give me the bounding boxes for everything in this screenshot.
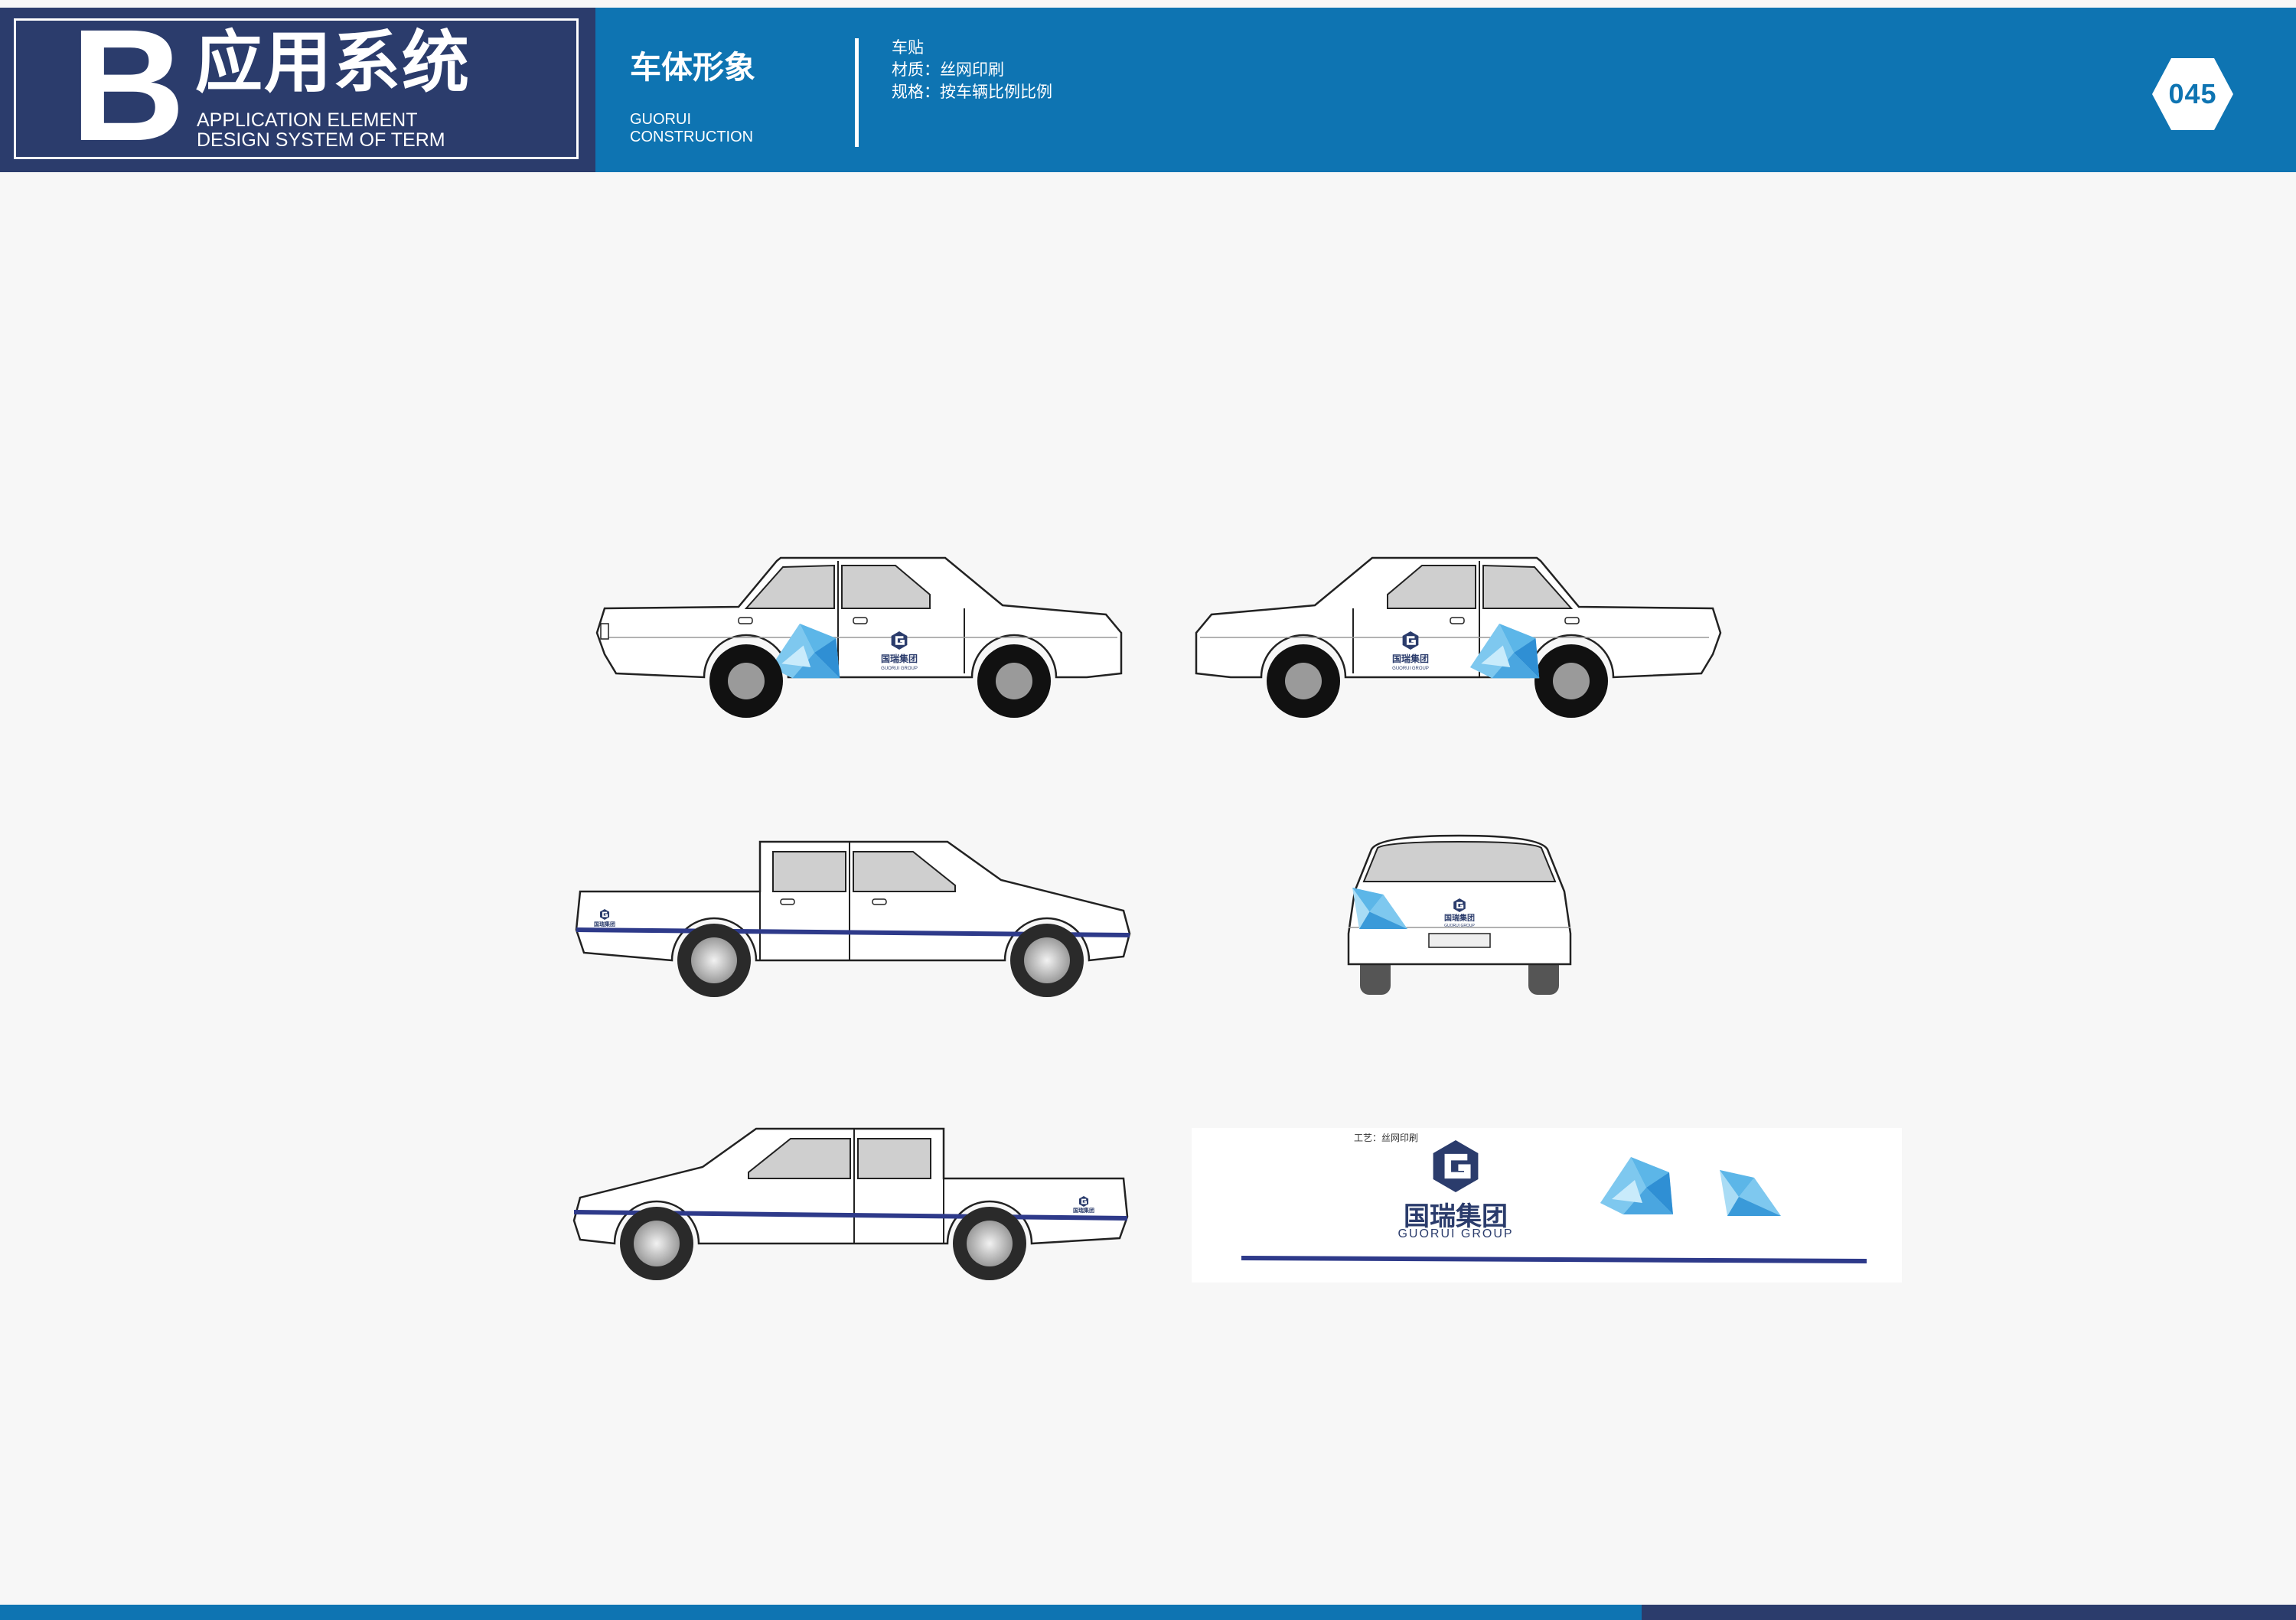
pickup-a-logo-cn: 国瑞集团 — [594, 921, 615, 927]
brand-block: B 应用系统 APPLICATION ELEMENT DESIGN SYSTEM… — [0, 0, 595, 174]
section-subtitle-line1: GUORUI — [630, 111, 691, 128]
page-number-badge: 045 — [2151, 57, 2235, 132]
chapter-subtitle-line1: APPLICATION ELEMENT — [197, 109, 418, 131]
process-note: 工艺：丝网印刷 — [1354, 1133, 1418, 1143]
guorui-logo-icon — [1433, 1140, 1479, 1192]
decal-elements-panel: 工艺：丝网印刷 国瑞集团 GUORUI GROUP — [1192, 1128, 1902, 1283]
header-band: B 应用系统 APPLICATION ELEMENT DESIGN SYSTEM… — [0, 0, 2296, 174]
sedan-left-logo-cn: 国瑞集团 — [881, 653, 918, 664]
footer-band-navy — [1642, 1605, 2296, 1620]
header-divider — [855, 38, 859, 147]
rear-logo-en: GUORUI GROUP — [1444, 924, 1475, 928]
logo-wordmark-en: GUORUI GROUP — [1397, 1227, 1513, 1240]
chapter-subtitle-line2: DESIGN SYSTEM OF TERM — [197, 129, 445, 151]
sedan-left-side-view: 国瑞集团 GUORUI GROUP — [595, 556, 1123, 718]
decal-elements: 工艺：丝网印刷 国瑞集团 GUORUI GROUP — [1241, 1133, 1867, 1263]
spec-material: 材质：丝网印刷 — [892, 60, 1004, 79]
sedan-right-logo-en: GUORUI GROUP — [1392, 667, 1429, 671]
spec-size: 规格：按车辆比例比例 — [892, 83, 1052, 101]
stripe-band — [1241, 1256, 1867, 1263]
section-subtitle-line2: CONSTRUCTION — [630, 129, 754, 145]
sedan-left-logo-en: GUORUI GROUP — [881, 667, 918, 671]
chapter-subtitle: APPLICATION ELEMENT DESIGN SYSTEM OF TER… — [197, 110, 445, 150]
spec-block: 车贴 材质：丝网印刷 规格：按车辆比例比例 — [892, 37, 1052, 103]
spec-item-name: 车贴 — [892, 38, 924, 57]
rear-logo-cn: 国瑞集团 — [1444, 913, 1475, 923]
section-title: 车体形象 — [630, 49, 755, 86]
pickup-side-view-b: 国瑞集团 — [572, 1127, 1129, 1280]
pickup-b-logo-cn: 国瑞集团 — [1073, 1207, 1094, 1214]
chapter-title: 应用系统 — [195, 23, 471, 102]
sedan-right-side-view: 国瑞集团 GUORUI GROUP — [1195, 556, 1722, 718]
rear-view: 国瑞集团 GUORUI GROUP — [1347, 834, 1572, 995]
footer-band-blue — [0, 1605, 1642, 1620]
section-subtitle: GUORUI CONSTRUCTION — [630, 111, 753, 146]
crystal-facet-icon — [1600, 1157, 1673, 1214]
page-number: 045 — [2168, 78, 2217, 109]
crystal-facet-icon — [1720, 1170, 1781, 1216]
sedan-right-logo-cn: 国瑞集团 — [1392, 653, 1429, 664]
pickup-side-view-a: 国瑞集团 — [575, 840, 1131, 997]
section-letter: B — [70, 0, 186, 174]
